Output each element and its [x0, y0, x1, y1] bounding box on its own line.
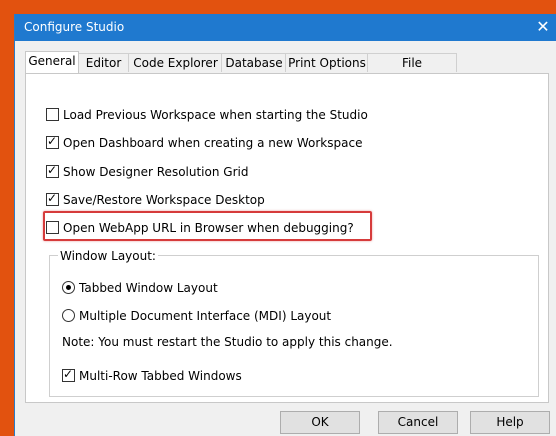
tab-database[interactable]: Database	[221, 53, 287, 72]
ok-button[interactable]: OK	[280, 411, 360, 434]
tab-file-extensions[interactable]: File Extensions	[367, 53, 457, 88]
highlight-annotation	[43, 211, 372, 241]
check-mark-icon: ✓	[63, 367, 74, 381]
checkbox[interactable]: ✓	[46, 134, 59, 149]
option-label: Open Dashboard when creating a new Works…	[63, 136, 363, 150]
check-mark-icon: ✓	[47, 163, 58, 177]
radio-button[interactable]	[62, 309, 75, 322]
close-icon[interactable]: ✕	[530, 14, 556, 41]
help-button[interactable]: Help	[470, 411, 550, 434]
checkbox[interactable]: ✓	[62, 367, 75, 382]
checkbox[interactable]: ✓	[46, 163, 59, 178]
window-layout-legend: Window Layout:	[58, 249, 158, 263]
check-mark-icon: ✓	[47, 134, 58, 148]
check-mark-icon: ✓	[47, 191, 58, 205]
option-label: Show Designer Resolution Grid	[63, 165, 249, 179]
tab-code-explorer[interactable]: Code Explorer	[128, 53, 223, 72]
option-label: Load Previous Workspace when starting th…	[63, 108, 368, 122]
tab-editor[interactable]: Editor	[77, 53, 130, 72]
option-label: Multi-Row Tabbed Windows	[79, 369, 242, 383]
window-title: Configure Studio	[24, 20, 125, 34]
title-bar[interactable]: Configure Studio ✕	[15, 14, 556, 41]
configure-studio-dialog: Configure Studio ✕ General Editor Code E…	[14, 14, 556, 436]
radio-button[interactable]	[62, 281, 75, 294]
tab-print-options[interactable]: Print Options	[285, 53, 369, 72]
checkbox[interactable]: ✓	[46, 191, 59, 206]
radio-selected-icon	[66, 285, 71, 290]
checkbox[interactable]	[46, 108, 59, 121]
tab-general[interactable]: General	[25, 51, 79, 73]
option-label: Save/Restore Workspace Desktop	[63, 193, 265, 207]
cancel-button[interactable]: Cancel	[378, 411, 458, 434]
radio-label: Tabbed Window Layout	[79, 281, 218, 295]
radio-label: Multiple Document Interface (MDI) Layout	[79, 309, 332, 323]
restart-note: Note: You must restart the Studio to app…	[62, 335, 393, 349]
